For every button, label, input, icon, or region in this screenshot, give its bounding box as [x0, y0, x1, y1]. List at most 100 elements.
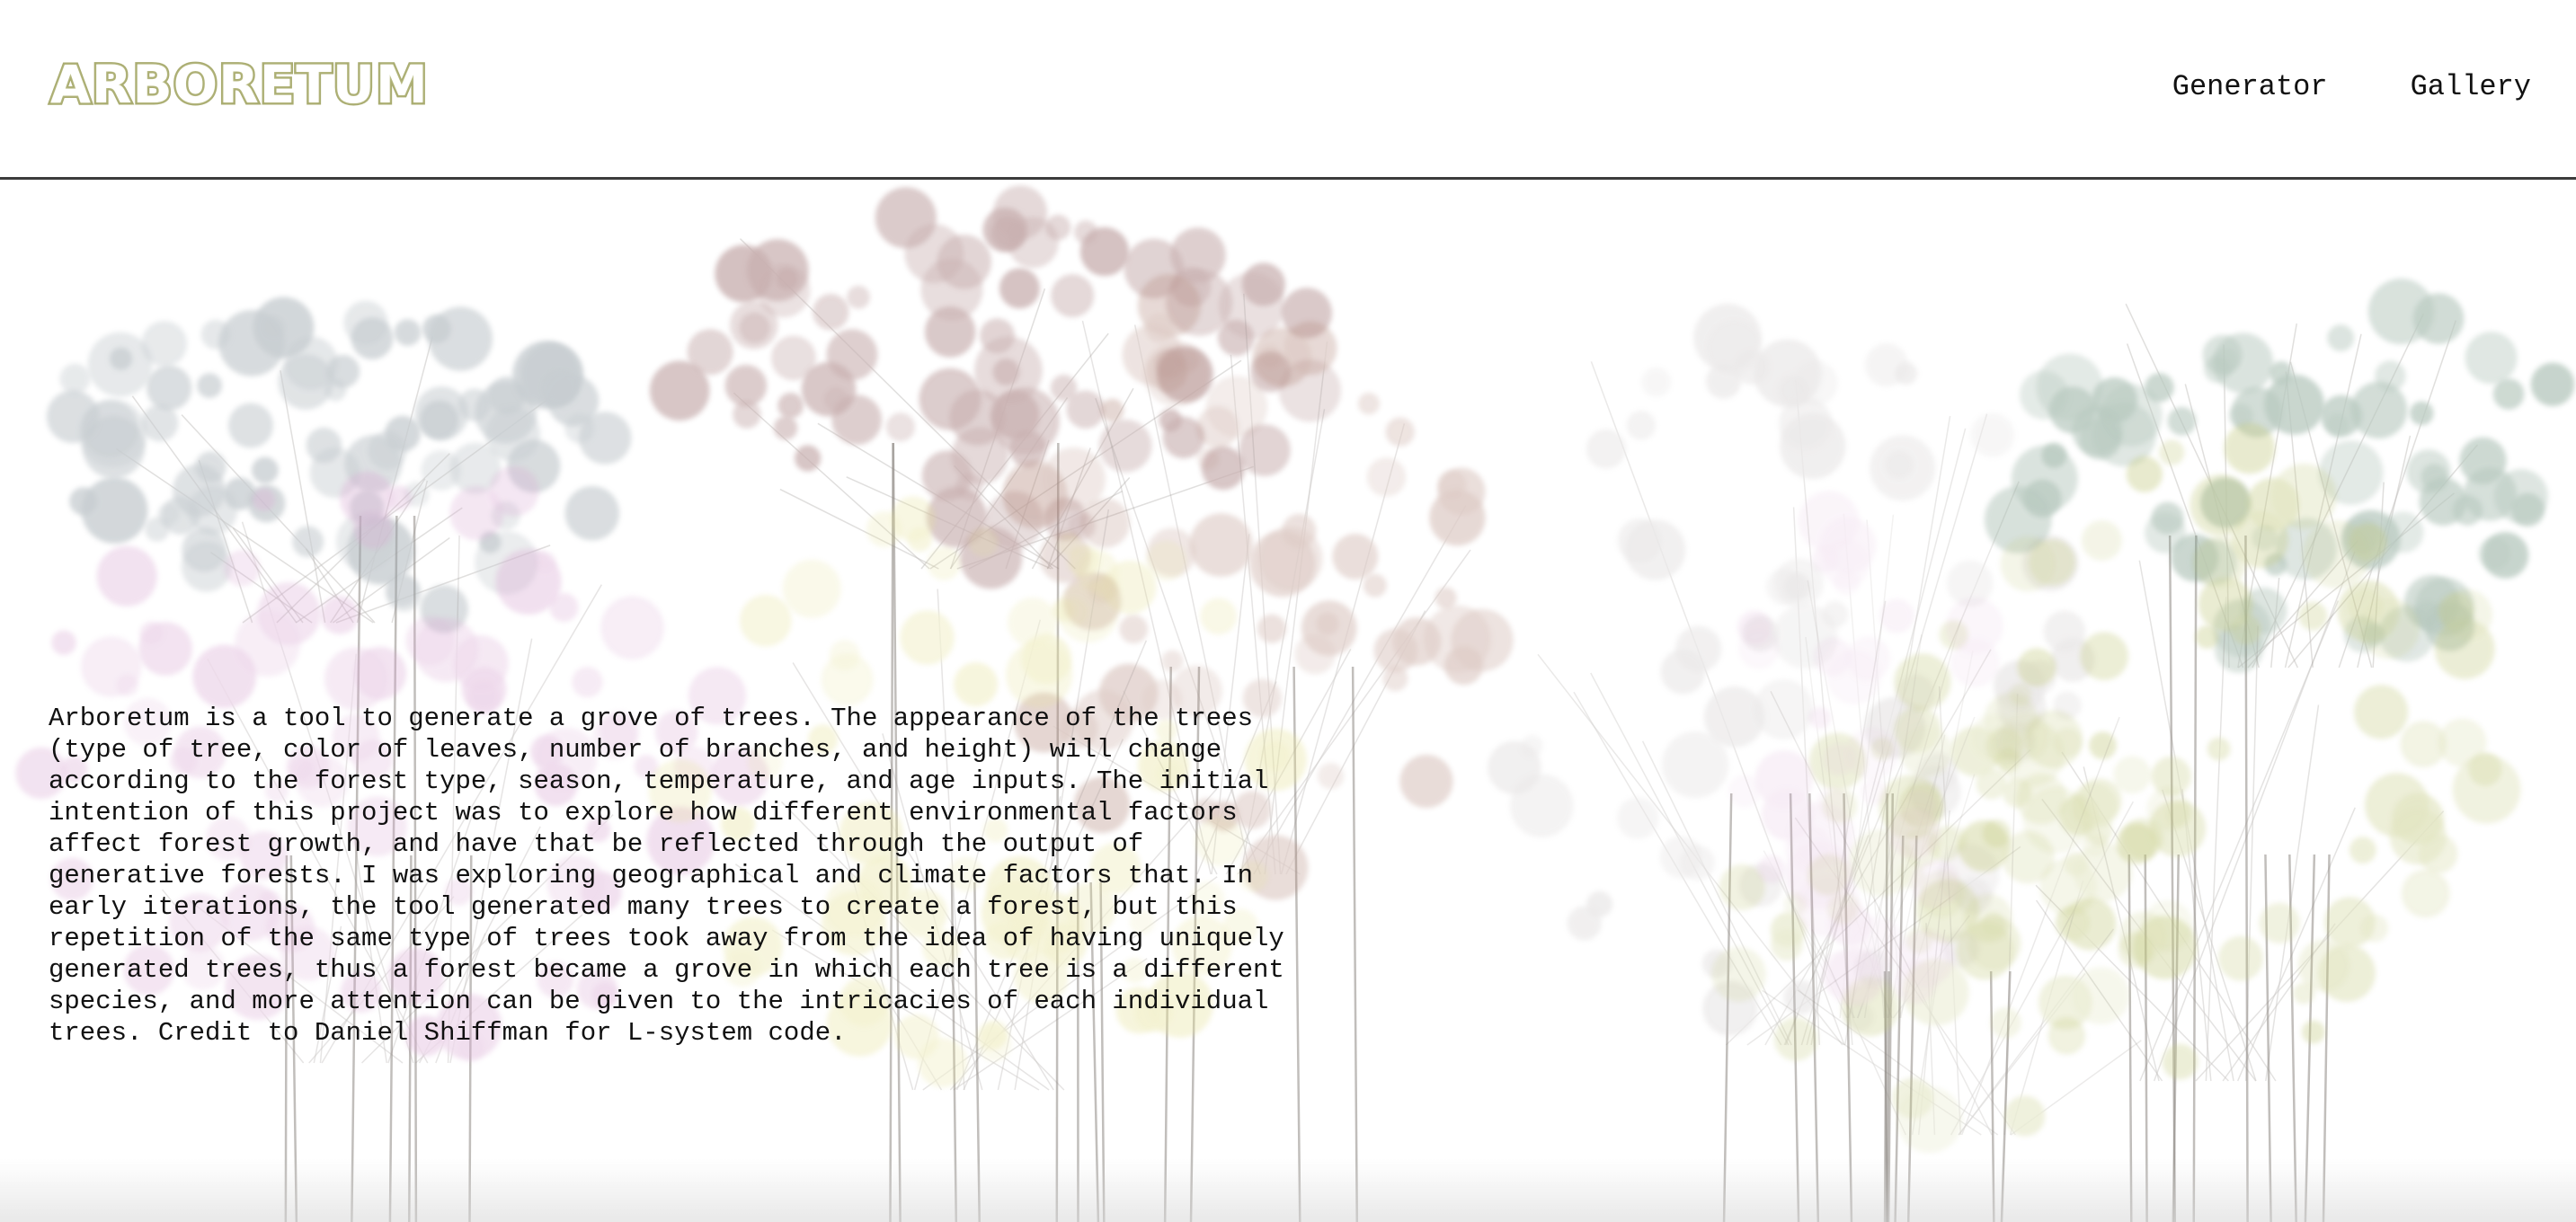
- foliage-cluster: [980, 318, 1016, 354]
- foliage-cluster: [2301, 1020, 2325, 1044]
- foliage-cluster: [1626, 411, 1657, 440]
- foliage-cluster: [194, 451, 227, 483]
- foliage-cluster: [2400, 721, 2447, 768]
- foliage-cluster: [1007, 217, 1059, 269]
- foliage-cluster: [292, 526, 324, 558]
- foliage-cluster: [777, 392, 804, 419]
- foliage-cluster: [1170, 227, 1226, 283]
- foliage-cluster: [2298, 601, 2328, 631]
- foliage-cluster: [1373, 628, 1418, 673]
- foliage-cluster: [1834, 569, 1861, 596]
- foliage-cluster: [924, 306, 976, 358]
- foliage-cluster: [1815, 786, 1850, 821]
- foliage-cluster: [1793, 361, 1838, 406]
- foliage-cluster: [540, 368, 579, 407]
- foliage-cluster: [2465, 332, 2518, 385]
- foliage-cluster: [687, 329, 733, 376]
- site-logo[interactable]: ARBORETUM: [49, 52, 431, 118]
- foliage-cluster: [384, 415, 421, 452]
- foliage-cluster: [386, 573, 419, 607]
- foliage-cluster: [2452, 495, 2483, 526]
- foliage-cluster: [1189, 513, 1253, 577]
- foliage-cluster: [2271, 464, 2337, 529]
- foliage-cluster: [2459, 437, 2507, 484]
- foliage-cluster: [1385, 417, 1415, 447]
- foliage-cluster: [900, 610, 955, 665]
- foliage-cluster: [1813, 637, 1852, 677]
- foliage-cluster: [218, 310, 285, 376]
- foliage-cluster: [2162, 1043, 2198, 1080]
- project-description: Arboretum is a tool to generate a grove …: [49, 703, 1361, 1049]
- foliage-cluster: [875, 187, 937, 249]
- foliage-cluster: [1435, 587, 1457, 609]
- foliage-cluster: [2218, 935, 2263, 981]
- foliage-cluster: [1521, 734, 1543, 757]
- foliage-cluster: [1076, 550, 1119, 593]
- foliage-cluster: [773, 416, 798, 440]
- foliage-cluster: [2347, 588, 2384, 624]
- foliage-cluster: [2382, 511, 2424, 553]
- foliage-cluster: [1282, 513, 1317, 548]
- foliage-cluster: [1161, 650, 1184, 672]
- foliage-cluster: [1785, 841, 1853, 910]
- foliage-cluster: [2409, 401, 2434, 426]
- foliage-cluster: [739, 594, 792, 647]
- foliage-cluster: [1159, 409, 1183, 432]
- foliage-cluster: [1757, 855, 1786, 883]
- foliage-cluster: [564, 413, 595, 444]
- foliage-cluster: [253, 488, 276, 512]
- foliage-cluster: [252, 456, 279, 484]
- foliage-cluster: [2360, 914, 2389, 943]
- foliage-cluster: [2159, 439, 2185, 465]
- foliage-cluster: [1332, 534, 1379, 580]
- foliage-cluster: [2354, 685, 2409, 739]
- foliage-cluster: [1976, 767, 2008, 800]
- foliage-cluster: [2151, 501, 2184, 535]
- foliage-cluster: [724, 365, 768, 407]
- foliage-cluster: [96, 545, 157, 607]
- foliage-cluster: [2041, 442, 2067, 468]
- foliage-cluster: [1366, 457, 1407, 497]
- foliage-cluster: [1964, 893, 2013, 943]
- foliage-cluster: [1900, 725, 1952, 778]
- foliage-cluster: [1982, 819, 2012, 848]
- foliage-cluster: [2327, 324, 2355, 352]
- description-line: trees. Credit to Daniel Shiffman for L-s…: [49, 1018, 847, 1048]
- foliage-cluster: [422, 314, 451, 344]
- foliage-cluster: [549, 592, 579, 623]
- foliage-cluster: [2080, 632, 2129, 681]
- foliage-cluster: [2421, 464, 2447, 491]
- foliage-cluster: [2053, 728, 2083, 757]
- foliage-cluster: [157, 503, 180, 526]
- foliage-cluster: [2202, 334, 2243, 376]
- foliage-cluster: [1970, 412, 2015, 457]
- foliage-cluster: [1586, 429, 1626, 469]
- foliage-cluster: [2452, 755, 2521, 824]
- foliage-cluster: [188, 485, 238, 536]
- nav-gallery-link[interactable]: Gallery: [2411, 70, 2531, 103]
- foliage-cluster: [2118, 932, 2154, 969]
- foliage-cluster: [1003, 464, 1068, 529]
- foliage-cluster: [421, 450, 462, 491]
- foliage-cluster: [2126, 456, 2163, 492]
- foliage-cluster: [1146, 540, 1187, 581]
- foliage-cluster: [533, 551, 556, 574]
- foliage-cluster: [1754, 749, 1813, 809]
- foliage-cluster: [1706, 320, 1763, 376]
- foliage-cluster: [87, 332, 153, 397]
- foliage-cluster: [1100, 398, 1124, 422]
- foliage-cluster: [795, 445, 822, 472]
- foliage-cluster: [885, 412, 915, 442]
- description-line: affect forest growth, and have that be r…: [49, 829, 1144, 859]
- nav-generator-link[interactable]: Generator: [2172, 70, 2328, 103]
- foliage-cluster: [1363, 573, 1387, 598]
- foliage-cluster: [991, 387, 1060, 456]
- foliage-cluster: [2121, 818, 2163, 860]
- foliage-cluster: [487, 376, 527, 415]
- foliage-cluster: [1137, 274, 1201, 338]
- foliage-cluster: [2434, 618, 2495, 679]
- foliage-cluster: [2082, 520, 2122, 561]
- foliage-cluster: [821, 653, 874, 706]
- site-header: ARBORETUM Generator Gallery: [0, 0, 2576, 180]
- main-nav: Generator Gallery: [2172, 70, 2531, 103]
